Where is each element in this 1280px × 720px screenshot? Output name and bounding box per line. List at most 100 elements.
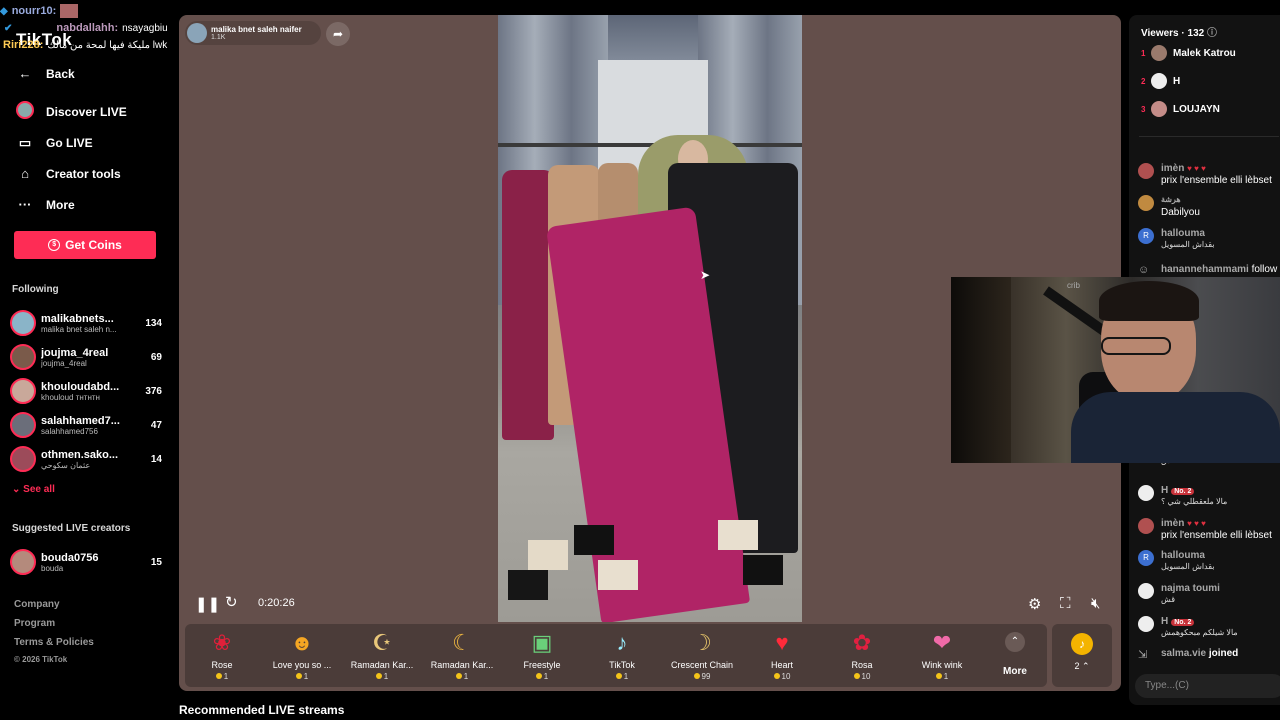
refresh-icon: ↻ bbox=[225, 594, 238, 611]
suggested-name: bouda0756 bbox=[41, 551, 99, 564]
chat-user[interactable]: imèn bbox=[1161, 163, 1184, 174]
chevron-up-icon: ⌃ bbox=[1079, 661, 1090, 671]
chat-input-placeholder: Type...(C) bbox=[1145, 680, 1189, 691]
video-frame[interactable]: ➤ bbox=[498, 15, 802, 622]
host-name: malika bnet saleh naifer bbox=[211, 25, 302, 34]
gift-label: Love you so ... bbox=[272, 660, 332, 670]
gift-crescent-chain[interactable]: ☽ Crescent Chain 99 bbox=[667, 630, 737, 681]
top-viewer[interactable]: 1 Malek Katrou bbox=[1141, 45, 1236, 61]
gift-label: Freestyle bbox=[523, 660, 561, 670]
arrow-left-icon: ← bbox=[18, 66, 32, 81]
more-gifts-button[interactable]: ⌃ More bbox=[985, 630, 1045, 677]
viewers-label: Viewers bbox=[1141, 28, 1179, 39]
gift-label: TikTok bbox=[609, 660, 635, 670]
avatar bbox=[1151, 73, 1167, 89]
chat-user[interactable]: H bbox=[1161, 485, 1168, 496]
host-avatar bbox=[187, 23, 207, 43]
gift-freestyle[interactable]: ▣ Freestyle 1 bbox=[507, 630, 577, 681]
coin-icon bbox=[375, 673, 382, 679]
chat-input[interactable]: Type...(C) bbox=[1135, 674, 1280, 698]
gift-love-you[interactable]: ☻ Love you so ... 1 bbox=[267, 630, 337, 681]
chat-user[interactable]: hanannehammami bbox=[1161, 264, 1249, 275]
coin-icon bbox=[853, 673, 860, 679]
coin-icon bbox=[455, 673, 462, 679]
nav-creator-tools-label: Creator tools bbox=[46, 166, 121, 181]
nav-creator-tools[interactable]: ⌂ Creator tools bbox=[16, 166, 121, 181]
nav-more-label: More bbox=[46, 197, 75, 212]
refresh-button[interactable]: ↻ bbox=[225, 593, 238, 611]
footer-program[interactable]: Program bbox=[14, 618, 55, 629]
nav-go-live[interactable]: ▭ Go LIVE bbox=[16, 135, 93, 151]
chat-user[interactable]: hallouma bbox=[1161, 550, 1205, 561]
suggested-item[interactable]: bouda0756 bouda 15 bbox=[10, 547, 162, 577]
footer-terms[interactable]: Terms & Policies bbox=[14, 637, 94, 648]
avatar bbox=[1138, 583, 1154, 599]
nav-more[interactable]: ··· More bbox=[16, 197, 75, 212]
host-likes: 1.1K bbox=[211, 34, 226, 41]
chat-user[interactable]: H bbox=[1161, 616, 1168, 627]
footer-company[interactable]: Company bbox=[14, 599, 60, 610]
webcam-overlay: crib bbox=[951, 277, 1280, 463]
more-dots-icon: ··· bbox=[18, 197, 32, 212]
following-name: salahhamed7... bbox=[41, 414, 120, 427]
crescent-chain-icon: ☽ bbox=[692, 630, 712, 655]
glasses bbox=[1101, 337, 1171, 355]
viewer-name: H bbox=[1173, 75, 1181, 87]
gift-wink[interactable]: ❤ Wink wink 1 bbox=[907, 630, 977, 681]
chat-user[interactable]: hallouma bbox=[1161, 228, 1205, 239]
chat-text: Dabilyou bbox=[1161, 207, 1200, 218]
host-chip[interactable]: malika bnet saleh naifer 1.1K bbox=[185, 21, 321, 45]
avatar bbox=[10, 412, 36, 438]
more-label: More bbox=[1003, 666, 1027, 677]
music-gift-button[interactable]: ♪ 2 ⌃ bbox=[1052, 624, 1112, 687]
chat-user[interactable]: هرشة bbox=[1161, 195, 1181, 204]
coin-icon bbox=[693, 673, 700, 679]
gift-ramadan-2[interactable]: ☾ Ramadan Kar... 1 bbox=[427, 630, 497, 681]
chat-user[interactable]: imèn bbox=[1161, 518, 1184, 529]
gift-tiktok[interactable]: ♪ TikTok 1 bbox=[587, 630, 657, 681]
get-coins-label: Get Coins bbox=[65, 238, 122, 252]
back-label: Back bbox=[46, 66, 75, 81]
see-all-link[interactable]: ⌄ See all bbox=[12, 484, 55, 495]
viewers-header[interactable]: Viewers · 132 ⓘ bbox=[1141, 24, 1217, 39]
mute-button[interactable]: 🔇︎ bbox=[1091, 595, 1100, 612]
back-button[interactable]: ← Back bbox=[16, 66, 75, 81]
hair bbox=[1099, 281, 1199, 321]
following-item[interactable]: khouloudabd... khouloud тнтнтн 376 bbox=[10, 376, 162, 406]
pause-button[interactable]: ❚❚ bbox=[195, 595, 220, 613]
gift-ramadan-1[interactable]: ☪ Ramadan Kar... 1 bbox=[347, 630, 417, 681]
chat-user[interactable]: salma.vie bbox=[1161, 648, 1206, 659]
share-button[interactable]: ➦ bbox=[326, 22, 350, 46]
overlay-message: nsayagbiu bbox=[122, 22, 168, 34]
window-light bbox=[951, 277, 1011, 463]
music-note-icon: ♪ bbox=[1071, 633, 1093, 655]
following-item[interactable]: salahhamed7... salahhamed756 47 bbox=[10, 410, 162, 440]
coin-icon bbox=[535, 673, 542, 679]
ramadan-card-icon: ☾ bbox=[452, 630, 472, 655]
top-viewer[interactable]: 3 LOUJAYN bbox=[1141, 101, 1220, 117]
chat-text: follow bbox=[1251, 264, 1278, 275]
avatar bbox=[10, 310, 36, 336]
following-item[interactable]: malikabnets... malika bnet saleh n... 134 bbox=[10, 308, 162, 338]
suggested-sub: bouda bbox=[41, 563, 64, 573]
following-item[interactable]: othmen.sako... عثمان سكوحي 14 bbox=[10, 444, 162, 474]
get-coins-button[interactable]: $ Get Coins bbox=[14, 231, 156, 259]
following-item[interactable]: joujma_4real joujma_4real 69 bbox=[10, 342, 162, 372]
avatar bbox=[1138, 163, 1154, 179]
rank-badge: No. 2 bbox=[1171, 619, 1195, 626]
top-viewer[interactable]: 2 H bbox=[1141, 73, 1180, 89]
chat-user[interactable]: najma toumi bbox=[1161, 583, 1220, 594]
fullscreen-button[interactable]: ⛶ bbox=[1060, 595, 1071, 612]
gift-rose[interactable]: ❀ Rose 1 bbox=[187, 630, 257, 681]
gift-heart[interactable]: ♥ Heart 10 bbox=[747, 630, 817, 681]
gift-rosa[interactable]: ✿ Rosa 10 bbox=[827, 630, 897, 681]
nav-discover-live[interactable]: Discover LIVE bbox=[16, 101, 127, 122]
coin-icon: $ bbox=[48, 239, 61, 251]
settings-button[interactable]: ⚙ bbox=[1028, 595, 1041, 613]
chevron-up-icon: ⌃ bbox=[1005, 632, 1025, 652]
floor-tile bbox=[743, 555, 783, 585]
wink-icon: ❤ bbox=[932, 630, 952, 655]
following-sub: malika bnet saleh n... bbox=[41, 324, 117, 334]
left-sidebar: TikTok ← Back Discover LIVE ▭ Go LIVE ⌂ … bbox=[0, 0, 172, 720]
overlay-user: nourr10: bbox=[11, 5, 57, 17]
